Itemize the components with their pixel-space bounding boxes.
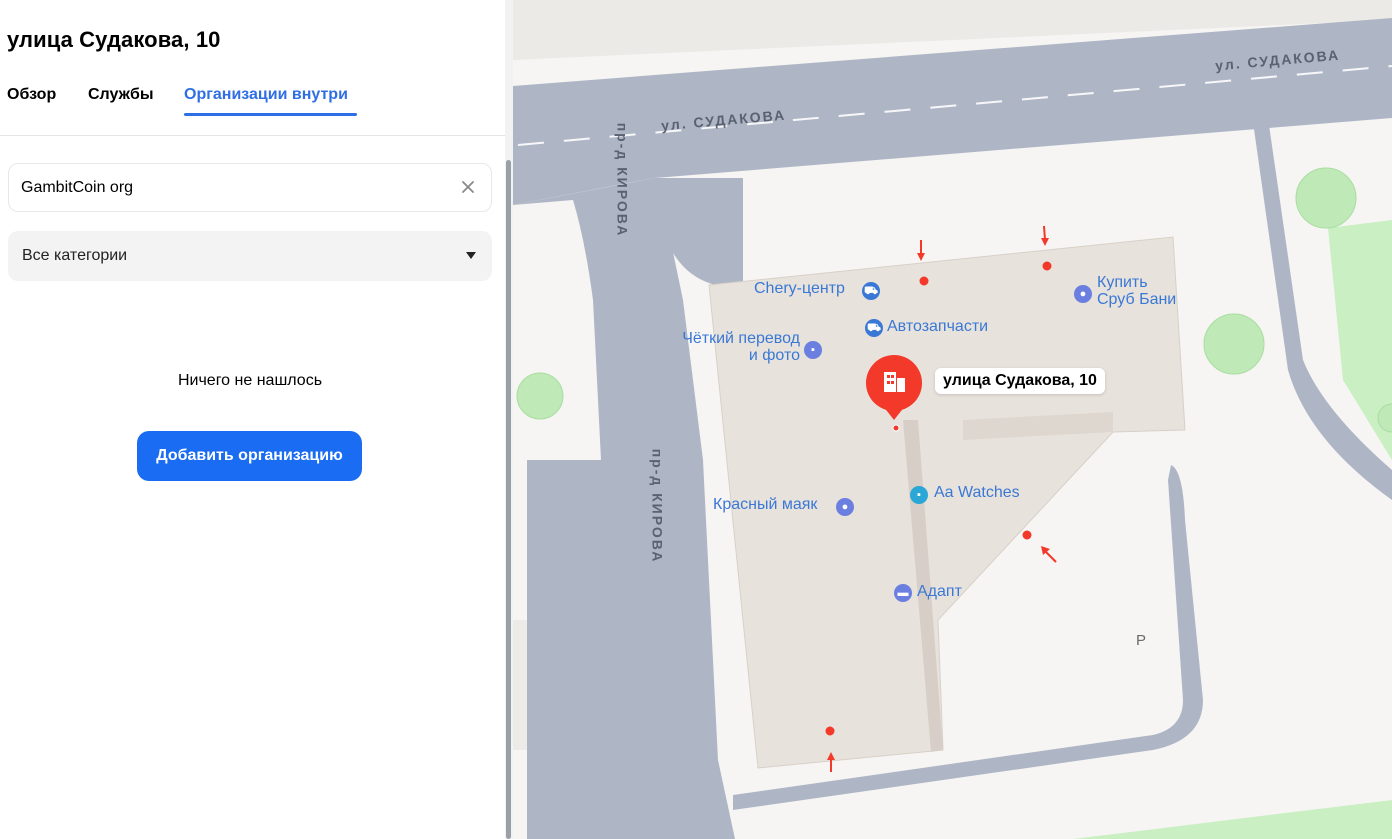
shopping-bag-icon[interactable]: ▪ — [910, 486, 928, 504]
poi-label-line: Чёткий перевод — [682, 330, 800, 347]
poi-label[interactable]: Купить Сруб Бани — [1097, 274, 1176, 308]
car-icon[interactable]: ⛟ — [865, 319, 883, 337]
poi-label-line: Купить — [1097, 274, 1148, 291]
search-field — [8, 163, 492, 212]
poi-label[interactable]: Адапт — [917, 583, 962, 601]
map-canvas — [513, 0, 1392, 839]
close-icon[interactable] — [459, 178, 477, 196]
shop-icon[interactable]: ● — [836, 498, 854, 516]
shop-icon[interactable]: ● — [1074, 285, 1092, 303]
tree — [516, 372, 564, 420]
map-view[interactable]: ул. СУДАКОВА ул. СУДАКОВА пр-д КИРОВА пр… — [513, 0, 1392, 839]
add-organization-button[interactable]: Добавить организацию — [137, 431, 362, 481]
category-dropdown-value: Все категории — [22, 247, 128, 264]
side-panel: улица Судакова, 10 Обзор Службы Организа… — [0, 0, 505, 839]
empty-state-message: Ничего не нашлось — [177, 372, 323, 389]
park-area — [1073, 800, 1392, 839]
tab-organizations-inside[interactable]: Организации внутри — [184, 86, 348, 104]
poi-label[interactable]: Чёткий перевод и фото — [665, 330, 800, 364]
tree — [1203, 313, 1265, 375]
poi-label-line: Сруб Бани — [1097, 291, 1177, 308]
street-label: пр-д КИРОВА — [614, 122, 631, 238]
chevron-down-icon — [466, 252, 476, 259]
scrollbar[interactable] — [505, 0, 513, 839]
street-label: пр-д КИРОВА — [649, 448, 666, 564]
poi-label[interactable]: Chery-центр — [754, 280, 845, 298]
tab-services[interactable]: Службы — [88, 86, 154, 104]
poi-label[interactable]: Красный маяк — [713, 496, 817, 514]
poi-label-line: и фото — [748, 347, 800, 364]
briefcase-icon[interactable]: ▪ — [804, 341, 822, 359]
parking-icon: P — [1136, 632, 1147, 649]
car-icon[interactable]: ⛟ — [862, 282, 880, 300]
active-tab-indicator — [184, 113, 357, 116]
page-title: улица Судакова, 10 — [7, 27, 221, 52]
tab-overview[interactable]: Обзор — [7, 86, 56, 104]
scrollbar-thumb[interactable] — [506, 160, 511, 839]
poi-label[interactable]: Aa Watches — [934, 484, 1020, 502]
search-input[interactable] — [21, 177, 441, 199]
sofa-icon[interactable]: ▬ — [894, 584, 912, 602]
tree — [1295, 167, 1357, 229]
address-tooltip: улица Судакова, 10 — [935, 368, 1105, 394]
divider — [0, 135, 505, 136]
poi-label[interactable]: Автозапчасти — [887, 318, 988, 336]
category-dropdown[interactable]: Все категории — [8, 231, 492, 281]
